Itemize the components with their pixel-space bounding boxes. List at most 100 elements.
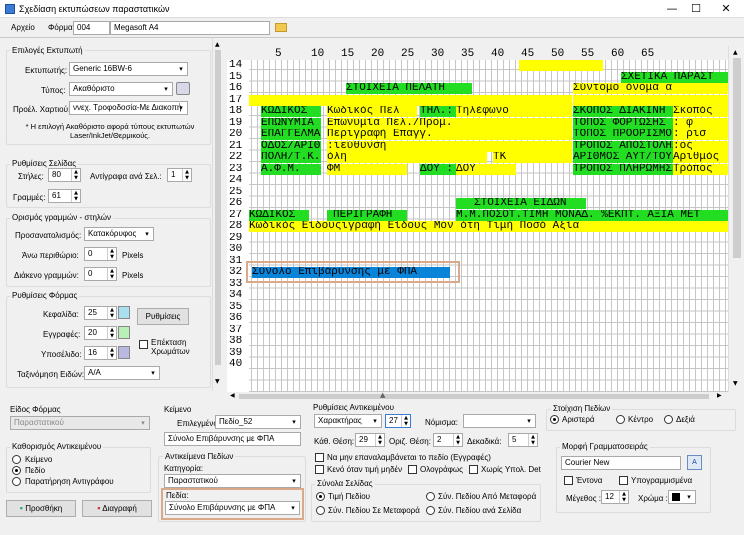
scroll-left-icon[interactable]: ◀ bbox=[230, 392, 235, 399]
grid-field[interactable]: ΟΔΟΣ/ΑΡΙΘ. bbox=[261, 140, 321, 152]
columns-stepper[interactable]: 80 ▲ ▼ bbox=[48, 168, 81, 182]
font-size-stepper[interactable]: 12 ▲ ▼ bbox=[601, 490, 629, 504]
selected-object-dropdown[interactable]: Πεδίο_52 ▾ bbox=[215, 415, 301, 429]
radio-align-left[interactable] bbox=[550, 415, 559, 424]
grid-block[interactable] bbox=[249, 94, 572, 106]
grid-field[interactable]: ΤΡΟΠΟΣ ΑΠΟΣΤΟΛΗΣ bbox=[573, 140, 673, 152]
underline-checkbox[interactable] bbox=[619, 476, 628, 485]
records-color-swatch[interactable] bbox=[118, 326, 130, 339]
grid-field[interactable]: Επωνυμία Πελ./Προμ. bbox=[327, 117, 572, 129]
sort-dropdown[interactable]: Α/Α ▾ bbox=[84, 366, 160, 380]
grid-field[interactable]: ΔΟΥ : bbox=[420, 163, 456, 175]
form-name-input[interactable]: Megasoft A4 bbox=[110, 21, 270, 35]
grid-field[interactable]: Σκοπός bbox=[673, 106, 728, 117]
type-dropdown[interactable]: Ακαθόριστο ▾ bbox=[69, 82, 173, 96]
radio-text[interactable] bbox=[12, 455, 21, 464]
font-picker-icon[interactable]: A bbox=[687, 455, 702, 470]
grid-field[interactable]: Κωδικός Πελ bbox=[327, 106, 417, 117]
close-button[interactable]: ✕ bbox=[712, 1, 740, 17]
grid-field[interactable]: ΦΜ bbox=[327, 163, 407, 175]
grid-field[interactable]: Αριθμός bbox=[673, 152, 728, 163]
spin-arrows-icon[interactable]: ▲ ▼ bbox=[619, 491, 628, 503]
currency-dropdown[interactable]: ▾ bbox=[463, 414, 536, 428]
grid-field[interactable]: Α.Φ.Μ. bbox=[261, 163, 321, 175]
scroll-up-icon[interactable]: ▲ bbox=[215, 41, 220, 48]
grid-field[interactable]: :ιεύθυνση bbox=[327, 140, 572, 152]
grid-field[interactable]: :ος bbox=[673, 140, 728, 152]
menu-file[interactable]: Αρχείο bbox=[11, 23, 35, 32]
panel-splitter-icon[interactable]: ▲ bbox=[380, 391, 385, 399]
left-panel-scrollbar[interactable]: ▲ ▼ bbox=[212, 38, 222, 391]
no-repeat-checkbox[interactable] bbox=[315, 453, 324, 462]
folder-icon[interactable] bbox=[275, 23, 287, 32]
spin-arrows-icon[interactable]: ▲ ▼ bbox=[453, 434, 462, 446]
fields-dropdown[interactable]: Σύνολο Επιβάρυνσης με ΦΠΑ ▾ bbox=[165, 501, 300, 515]
add-button[interactable]: ▪ Προσθήκη bbox=[6, 500, 76, 517]
grid-field[interactable]: Σύντομο όνομα α bbox=[573, 83, 728, 94]
maximize-button[interactable]: ☐ bbox=[682, 1, 710, 17]
scroll-right-icon[interactable]: ▶ bbox=[717, 392, 722, 399]
scroll-thumb[interactable] bbox=[733, 58, 741, 258]
grid-field[interactable]: : φ bbox=[673, 117, 728, 129]
scroll-down-icon[interactable]: ▼ bbox=[733, 380, 738, 387]
spin-arrows-icon[interactable]: ▲ ▼ bbox=[107, 347, 116, 359]
scroll-thumb[interactable] bbox=[215, 50, 221, 365]
records-stepper[interactable]: 20 ▲ ▼ bbox=[84, 326, 117, 340]
grid-field[interactable]: ΤΗΛ.: bbox=[420, 106, 456, 117]
font-color-dropdown[interactable]: ▾ bbox=[668, 490, 696, 504]
line-spacing-stepper[interactable]: 0 ▲ ▼ bbox=[84, 267, 117, 281]
form-code-input[interactable]: 004 bbox=[73, 21, 110, 35]
grid-field[interactable]: Τηλέφωνο bbox=[456, 106, 572, 117]
selected-grid-field[interactable]: Σύνολο Επιβάρυνσης με ΦΠΑ bbox=[252, 267, 450, 278]
radio-copy-note[interactable] bbox=[12, 477, 21, 486]
top-margin-stepper[interactable]: 0 ▲ ▼ bbox=[84, 247, 117, 261]
font-name-input[interactable]: Courier New bbox=[561, 456, 681, 470]
grid-field[interactable]: ΣΚΟΠΟΣ ΔΙΑΚΙΝΗ bbox=[573, 106, 673, 117]
grid-field[interactable]: Μ.Μ.ΠΟΣΟΤ.ΤΙΜΗ ΜΟΝΑΔ. %ΕΚΠΤ. ΑΞΙΑ ΜΕΤ bbox=[456, 209, 728, 221]
spin-arrows-icon[interactable]: ▲ ▼ bbox=[107, 307, 116, 319]
spin-arrows-icon[interactable]: ▲ ▼ bbox=[71, 190, 80, 202]
footer-color-swatch[interactable] bbox=[118, 346, 130, 359]
in-words-checkbox[interactable] bbox=[408, 465, 417, 474]
grid-field[interactable]: ΤΡΟΠΟΣ ΠΛΗΡΩΜΗΣ bbox=[573, 163, 673, 175]
spin-arrows-icon[interactable]: ▲ ▼ bbox=[375, 434, 384, 446]
scroll-up-icon[interactable]: ▲ bbox=[733, 49, 738, 56]
radio-align-right[interactable] bbox=[664, 415, 673, 424]
text-value-input[interactable]: Σύνολο Επιβάρυνσης με ΦΠΑ bbox=[164, 432, 301, 446]
radio-align-center[interactable] bbox=[616, 415, 625, 424]
header-stepper[interactable]: 25 ▲ ▼ bbox=[84, 306, 117, 320]
form-type-dropdown[interactable]: Παραστατικού ▾ bbox=[10, 416, 150, 430]
paper-source-dropdown[interactable]: ννεχ. Τροφοδοσία-Με Διακοπή ▾ bbox=[69, 101, 188, 115]
grid-vertical-scrollbar[interactable]: ▲ ▼ bbox=[728, 46, 744, 392]
spin-arrows-icon[interactable]: ▲ ▼ bbox=[71, 169, 80, 181]
grid-field[interactable]: ΣΧΕΤΙΚΑ ΠΑΡΑΣΤ bbox=[621, 71, 728, 83]
printer-dropdown[interactable]: Generic 16BW-6 ▾ bbox=[69, 62, 188, 76]
grid-block[interactable] bbox=[573, 94, 728, 106]
spin-arrows-icon[interactable]: ▲ ▼ bbox=[182, 169, 191, 181]
blank-zero-checkbox[interactable] bbox=[315, 465, 324, 474]
extend-colors-checkbox[interactable] bbox=[139, 340, 148, 349]
copies-stepper[interactable]: 1 ▲ ▼ bbox=[167, 168, 192, 182]
grid-field[interactable]: ΠΕΡΙΓΡΑΦΗ bbox=[327, 209, 407, 221]
orientation-dropdown[interactable]: Κατακόρυφος ▾ bbox=[84, 227, 154, 241]
grid-field[interactable]: ΕΠΩΝΥΜΙΑ bbox=[261, 117, 321, 129]
grid-field[interactable]: ΚΩΔΙΚΟΣ bbox=[261, 106, 321, 117]
no-calc-checkbox[interactable] bbox=[469, 465, 478, 474]
bold-checkbox[interactable] bbox=[564, 476, 573, 485]
grid-field[interactable]: ΚΩΔΙΚΟΣ bbox=[249, 209, 309, 221]
header-color-swatch[interactable] bbox=[118, 306, 130, 319]
grid-field[interactable]: Περιγραφή Επαγγ. bbox=[327, 129, 572, 140]
radio-sum-transfer[interactable] bbox=[316, 506, 325, 515]
grid-field[interactable]: όλη bbox=[327, 152, 487, 163]
radio-sum-per-page[interactable] bbox=[426, 506, 435, 515]
delete-button[interactable]: ▪ Διαγραφή bbox=[82, 500, 152, 517]
lines-stepper[interactable]: 61 ▲ ▼ bbox=[48, 189, 81, 203]
char-type-dropdown[interactable]: Χαρακτήρας ▾ bbox=[314, 414, 382, 428]
grid-field[interactable]: : ρισ bbox=[673, 129, 728, 140]
grid-field[interactable]: ΕΠΑΓΓΕΛΜΑ bbox=[261, 129, 321, 140]
scroll-thumb[interactable] bbox=[239, 394, 709, 399]
grid-field[interactable]: ΤΟΠΟΣ ΠΡΟΟΡΙΣΜΟΥ bbox=[573, 129, 673, 140]
grid-field[interactable]: ΔΟΥ bbox=[456, 163, 516, 175]
spin-arrows-icon[interactable]: ▲ ▼ bbox=[107, 268, 116, 280]
radio-sum-from-transfer[interactable] bbox=[426, 492, 435, 501]
